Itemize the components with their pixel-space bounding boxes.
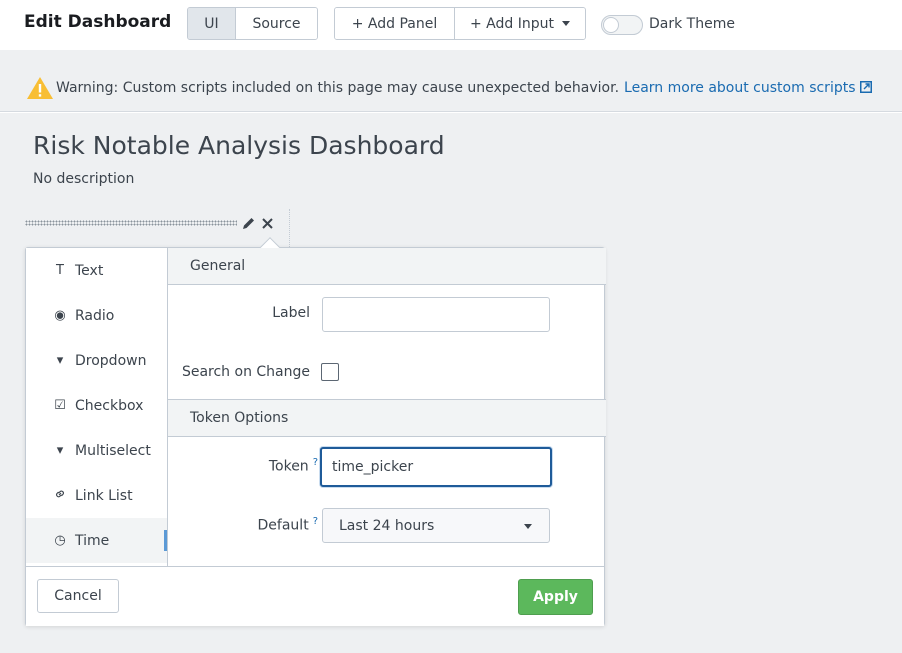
edit-dashboard-title: Edit Dashboard: [24, 12, 172, 32]
input-type-dropdown[interactable]: ▾ Dropdown: [26, 338, 167, 383]
edit-toolbar: Edit Dashboard UI Source + Add Panel + A…: [0, 0, 902, 50]
input-type-label: Time: [75, 532, 110, 549]
dark-theme-toggle[interactable]: [601, 15, 643, 35]
default-label-text: Default: [257, 517, 309, 534]
dark-theme-label: Dark Theme: [649, 16, 735, 32]
apply-button[interactable]: Apply: [518, 579, 593, 615]
dropdown-caret-icon: ▾: [56, 353, 64, 368]
dashboard-title: Risk Notable Analysis Dashboard: [33, 131, 445, 160]
learn-more-link[interactable]: Learn more about custom scripts: [624, 80, 872, 96]
source-tab[interactable]: Source: [235, 8, 317, 39]
default-time-value: Last 24 hours: [339, 517, 435, 534]
multiselect-caret-icon: ▾: [56, 443, 64, 458]
pencil-icon[interactable]: [241, 216, 256, 231]
search-on-change-label: Search on Change: [181, 364, 310, 380]
label-input[interactable]: [322, 297, 550, 332]
input-settings-form: General Label Search on Change Token Opt…: [167, 248, 606, 566]
token-help-icon[interactable]: ?: [313, 457, 318, 468]
default-time-select[interactable]: Last 24 hours: [322, 508, 550, 543]
input-type-label: Dropdown: [75, 352, 147, 369]
learn-more-label: Learn more about custom scripts: [624, 80, 856, 96]
input-type-text[interactable]: T Text: [26, 248, 167, 293]
link-glyph: [56, 490, 64, 497]
search-on-change-checkbox[interactable]: [321, 363, 339, 381]
token-label-text: Token: [268, 458, 309, 475]
text-type-icon: T: [56, 263, 64, 278]
dashboard-description: No description: [33, 171, 135, 187]
add-input-label: + Add Input: [470, 15, 554, 32]
input-type-label: Text: [75, 262, 104, 279]
input-type-list: T Text ◉ Radio ▾ Dropdown ☑ Checkbox ▾ M…: [26, 248, 167, 566]
input-drag-handle[interactable]: [25, 220, 237, 226]
divider: [289, 209, 290, 247]
input-type-radio[interactable]: ◉ Radio: [26, 293, 167, 338]
add-controls: + Add Panel + Add Input: [334, 7, 586, 40]
input-editor-popover: T Text ◉ Radio ▾ Dropdown ☑ Checkbox ▾ M…: [25, 237, 606, 626]
input-type-label: Radio: [75, 307, 115, 324]
add-input-button[interactable]: + Add Input: [454, 8, 585, 39]
token-input[interactable]: [320, 447, 552, 487]
link-icon: [53, 488, 67, 504]
add-panel-button[interactable]: + Add Panel: [335, 8, 454, 39]
default-field-label: Default?: [208, 516, 318, 534]
input-type-multiselect[interactable]: ▾ Multiselect: [26, 428, 167, 473]
cancel-button[interactable]: Cancel: [37, 579, 119, 613]
custom-script-warning: Warning: Custom scripts included on this…: [0, 65, 902, 112]
add-panel-label: + Add Panel: [351, 15, 438, 32]
token-field-label: Token?: [208, 457, 318, 475]
input-type-label: Multiselect: [75, 442, 151, 459]
warning-triangle-icon: [27, 77, 53, 99]
spacer: [0, 50, 902, 65]
label-field-label: Label: [272, 305, 310, 321]
input-type-label: Link List: [75, 487, 133, 504]
token-options-section-header: Token Options: [168, 399, 606, 437]
input-type-label: Checkbox: [75, 397, 144, 414]
clock-icon: ◷: [54, 533, 66, 548]
input-type-checkbox[interactable]: ☑ Checkbox: [26, 383, 167, 428]
toggle-knob: [603, 17, 619, 33]
default-help-icon[interactable]: ?: [313, 516, 318, 527]
warning-text: Warning: Custom scripts included on this…: [56, 80, 620, 96]
general-section-header: General: [168, 248, 606, 285]
checkbox-icon: ☑: [54, 398, 66, 413]
chevron-down-icon: [524, 524, 532, 529]
input-type-link-list[interactable]: Link List: [26, 473, 167, 518]
chevron-down-icon: [562, 21, 570, 26]
input-type-time[interactable]: ◷ Time: [26, 518, 167, 563]
close-icon[interactable]: [261, 217, 274, 230]
radio-icon: ◉: [54, 308, 66, 323]
external-link-icon: [859, 81, 872, 93]
popover-footer: Cancel Apply: [26, 566, 604, 626]
view-mode-toggle: UI Source: [187, 7, 318, 40]
ui-tab[interactable]: UI: [188, 8, 235, 39]
